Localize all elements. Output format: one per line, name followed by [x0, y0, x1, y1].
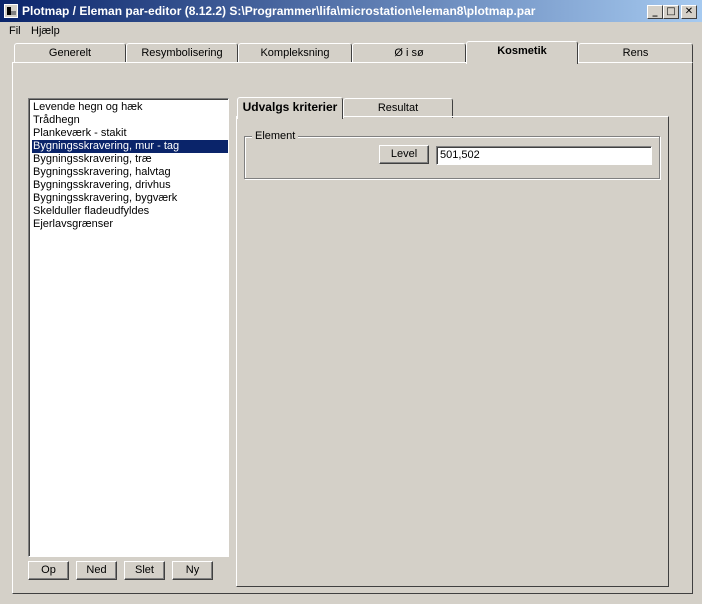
close-button[interactable]: ✕: [681, 5, 697, 19]
list-item[interactable]: Trådhegn: [32, 114, 228, 127]
list-item-selected[interactable]: Bygningsskravering, mur - tag: [32, 140, 228, 153]
menu-hjaelp[interactable]: Hjælp: [31, 25, 60, 37]
list-item[interactable]: Bygningsskravering, halvtag: [32, 166, 228, 179]
tab-rens[interactable]: Rens: [578, 43, 693, 63]
criteria-panel: [236, 116, 669, 587]
tab-oe-i-soe[interactable]: Ø i sø: [352, 43, 466, 63]
list-item[interactable]: Bygningsskravering, drivhus: [32, 179, 228, 192]
tab-resymbolisering[interactable]: Resymbolisering: [126, 43, 238, 63]
tab-udvalgs-kriterier[interactable]: Udvalgs kriterier: [237, 97, 343, 119]
menu-fil[interactable]: Fil: [9, 25, 21, 37]
minimize-button[interactable]: _: [647, 5, 663, 19]
list-item[interactable]: Levende hegn og hæk: [32, 101, 228, 114]
tab-kosmetik[interactable]: Kosmetik: [466, 41, 578, 64]
list-item[interactable]: Bygningsskravering, bygværk: [32, 192, 228, 205]
level-button[interactable]: Level: [379, 145, 429, 164]
list-item[interactable]: Bygningsskravering, træ: [32, 153, 228, 166]
level-input[interactable]: 501,502: [436, 146, 652, 165]
ned-button[interactable]: Ned: [76, 561, 117, 580]
app-icon[interactable]: [4, 4, 18, 18]
category-listbox[interactable]: Levende hegn og hæk Trådhegn Plankeværk …: [28, 98, 229, 557]
list-item[interactable]: Plankeværk - stakit: [32, 127, 228, 140]
maximize-button[interactable]: □: [663, 5, 679, 19]
op-button[interactable]: Op: [28, 561, 69, 580]
tab-kompleksning[interactable]: Kompleksning: [238, 43, 352, 63]
element-group-label: Element: [252, 130, 299, 142]
slet-button[interactable]: Slet: [124, 561, 165, 580]
window-title: Plotmap / Eleman par-editor (8.12.2) S:\…: [22, 4, 536, 18]
list-item[interactable]: Skelduller fladeudfyldes: [32, 205, 228, 218]
ny-button[interactable]: Ny: [172, 561, 213, 580]
list-item[interactable]: Ejerlavsgrænser: [32, 218, 228, 231]
menu-bar: Fil Hjælp: [0, 22, 702, 40]
tab-generelt[interactable]: Generelt: [14, 43, 126, 63]
title-bar[interactable]: Plotmap / Eleman par-editor (8.12.2) S:\…: [0, 0, 702, 22]
tab-resultat[interactable]: Resultat: [343, 98, 453, 118]
